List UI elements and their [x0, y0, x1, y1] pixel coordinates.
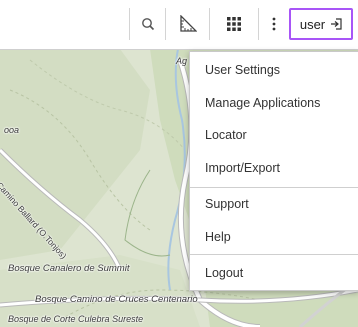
- more-options-button[interactable]: [258, 8, 289, 40]
- user-dropdown-menu: User Settings Manage Applications Locato…: [189, 51, 358, 291]
- menu-item-support[interactable]: Support: [190, 189, 358, 219]
- more-vertical-icon: [272, 17, 276, 31]
- map-label: Bosque de Corte Culebra Sureste: [8, 314, 144, 324]
- menu-divider: [190, 254, 358, 255]
- menu-item-import-export[interactable]: Import/Export: [190, 153, 358, 183]
- apps-grid-icon: [227, 17, 241, 31]
- user-name-label: user: [299, 16, 326, 32]
- menu-item-manage-applications[interactable]: Manage Applications: [190, 88, 358, 118]
- search-button[interactable]: [129, 8, 165, 40]
- toolbar: user: [0, 0, 358, 50]
- measure-icon: [179, 15, 197, 33]
- map-label: Bosque Camino de Cruces Centenario: [35, 294, 198, 305]
- map-label: ooa: [4, 125, 20, 135]
- menu-item-logout[interactable]: Logout: [190, 258, 358, 288]
- menu-item-help[interactable]: Help: [190, 222, 358, 252]
- apps-button[interactable]: [209, 8, 258, 40]
- menu-item-locator[interactable]: Locator: [190, 120, 358, 150]
- measure-button[interactable]: [165, 8, 209, 40]
- map-label: Bosque Canalero de Summit: [8, 263, 130, 274]
- search-icon: [141, 17, 155, 31]
- menu-divider: [190, 187, 358, 188]
- user-menu-button[interactable]: user: [289, 8, 353, 40]
- logout-arrow-icon: [330, 18, 342, 30]
- menu-item-user-settings[interactable]: User Settings: [190, 55, 358, 85]
- map-label: Ag: [176, 56, 188, 66]
